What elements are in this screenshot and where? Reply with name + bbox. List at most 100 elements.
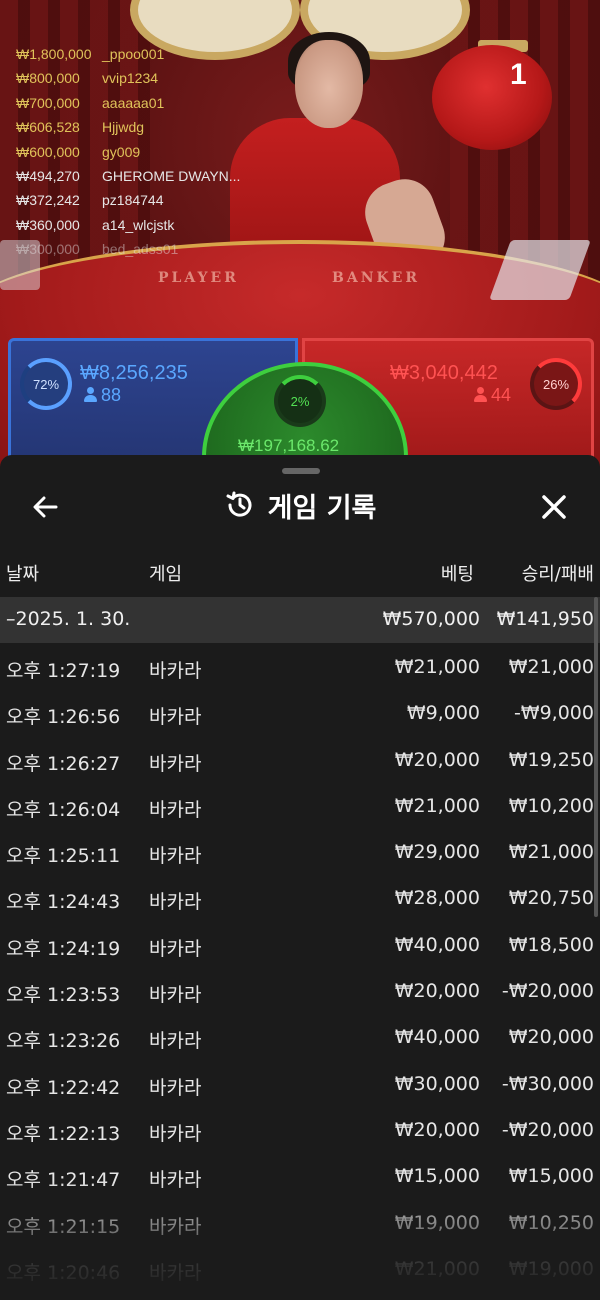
history-row-win-loss: ₩20,750: [508, 887, 594, 910]
history-row[interactable]: 오후 1:23:53 바카라 ₩20,000 -₩20,000: [0, 967, 600, 1013]
history-row-game: 바카라: [149, 845, 202, 868]
history-row-game: 바카라: [149, 1076, 202, 1099]
date-group-row[interactable]: –2025. 1. 30. ₩570,000 ₩141,950: [0, 597, 600, 643]
leaderboard-amount: ₩300,000: [16, 241, 80, 258]
player-bettor-count: 88: [84, 385, 121, 406]
history-row-game: 바카라: [149, 706, 202, 729]
leaderboard-row: ₩800,000 vvip1234: [16, 68, 240, 92]
sheet-header: 게임 기록: [0, 483, 600, 527]
table-label-banker: BANKER: [332, 270, 420, 286]
scrollbar[interactable]: [594, 597, 598, 917]
history-row-win-loss: -₩9,000: [513, 702, 594, 725]
history-row[interactable]: 오후 1:24:19 바카라 ₩40,000 ₩18,500: [0, 921, 600, 967]
sheet-title: 게임 기록: [267, 492, 377, 524]
history-row-game: 바카라: [149, 1122, 202, 1145]
history-row[interactable]: 오후 1:20:46 바카라 ₩21,000 ₩19,000: [0, 1245, 600, 1291]
history-row-time: 오후 1:21:47: [6, 1169, 121, 1192]
history-row-time: 오후 1:24:43: [6, 891, 121, 914]
history-row-bet: ₩40,000: [394, 933, 480, 956]
player-percent: 72%: [32, 376, 60, 392]
history-row-time: 오후 1:27:19: [6, 660, 121, 682]
leaderboard-row: ₩1,800,000 _ppoo001: [16, 44, 240, 68]
player-bet-amount: ₩8,256,235: [80, 362, 188, 384]
table-label-player: PLAYER: [158, 270, 239, 286]
history-row-game: 바카라: [149, 752, 202, 775]
leaderboard-amount: ₩700,000: [16, 94, 80, 111]
leaderboard-amount: ₩360,000: [16, 216, 80, 233]
history-row[interactable]: 오후 1:24:43 바카라 ₩28,000 ₩20,750: [0, 874, 600, 920]
history-row-bet: ₩15,000: [394, 1165, 480, 1188]
player-count-value: 88: [101, 385, 122, 405]
history-row-time: 오후 1:24:19: [6, 937, 121, 960]
sheet-drag-handle[interactable]: [282, 468, 320, 474]
history-row-bet: ₩20,000: [394, 748, 480, 771]
history-row[interactable]: 오후 1:26:56 바카라 ₩9,000 -₩9,000: [0, 689, 600, 735]
leaderboard-username: _ppoo001: [102, 46, 165, 62]
banker-bet-amount: ₩3,040,442: [390, 362, 498, 384]
date-group-bet-total: ₩570,000: [382, 608, 480, 630]
history-row-bet: ₩21,000: [394, 656, 480, 678]
history-row-win-loss: -₩30,000: [501, 1072, 594, 1095]
history-row-time: 오후 1:22:13: [6, 1122, 121, 1145]
column-header-game[interactable]: 게임: [149, 560, 182, 586]
leaderboard-row: ₩300,000 bed_adss01: [16, 239, 240, 263]
history-row[interactable]: 오후 1:22:42 바카라 ₩30,000 -₩30,000: [0, 1060, 600, 1106]
player-percent-ring: 72%: [20, 358, 72, 410]
leaderboard-username: gy009: [102, 143, 141, 160]
history-row-game: 바카라: [149, 1169, 202, 1192]
history-row[interactable]: 오후 1:26:04 바카라 ₩21,000 ₩10,200: [0, 782, 600, 828]
date-group-date: –2025. 1. 30.: [6, 608, 131, 630]
history-row[interactable]: 오후 1:23:26 바카라 ₩40,000 ₩20,000: [0, 1013, 600, 1059]
tie-percent-ring: 2%: [274, 375, 326, 427]
history-row[interactable]: 오후 1:21:47 바카라 ₩15,000 ₩15,000: [0, 1152, 600, 1198]
history-row[interactable]: 오후 1:27:19 바카라 ₩21,000 ₩21,000: [0, 643, 600, 689]
history-row-time: 오후 1:26:27: [6, 752, 121, 775]
history-row-game: 바카라: [149, 660, 202, 682]
banker-count-value: 44: [491, 385, 512, 405]
history-rows: 오후 1:27:19 바카라 ₩21,000 ₩21,000 오후 1:26:56 바카라…: [0, 643, 600, 1291]
history-row-win-loss: ₩18,500: [508, 933, 594, 956]
game-history-sheet: 게임 기록 날짜 게임 베팅 승리/패배 –2025. 1. 30. ₩570,…: [0, 455, 600, 1300]
tie-bet-amount: ₩197,168.62: [238, 436, 340, 455]
history-row[interactable]: 오후 1:26:27 바카라 ₩20,000 ₩19,250: [0, 736, 600, 782]
leaderboard: ₩1,800,000 _ppoo001 ₩800,000 vvip1234 ₩700,0…: [16, 44, 240, 264]
history-row-game: 바카라: [149, 1261, 202, 1284]
history-row-game: 바카라: [149, 984, 202, 1007]
leaderboard-amount: ₩600,000: [16, 143, 80, 160]
column-header-win-loss[interactable]: 승리/패배: [522, 560, 594, 586]
tie-percent: 2%: [290, 393, 310, 409]
red-lantern: [432, 45, 552, 150]
leaderboard-amount: ₩800,000: [16, 70, 80, 87]
history-row-game: 바카라: [149, 798, 202, 821]
history-row-win-loss: ₩10,200: [508, 794, 594, 817]
history-row-time: 오후 1:22:42: [6, 1076, 121, 1099]
close-button[interactable]: [534, 487, 574, 527]
leaderboard-username: GHEROME DWAYN...: [102, 167, 241, 184]
history-row-time: 오후 1:21:15: [6, 1215, 121, 1238]
history-row[interactable]: 오후 1:22:13 바카라 ₩20,000 -₩20,000: [0, 1106, 600, 1152]
history-list: –2025. 1. 30. ₩570,000 ₩141,950 오후 1:27:…: [0, 597, 600, 1291]
history-row-bet: ₩21,000: [394, 794, 480, 817]
history-row-game: 바카라: [149, 1030, 202, 1053]
history-row-time: 오후 1:20:46: [6, 1261, 121, 1284]
banker-percent: 26%: [542, 376, 570, 392]
history-clock-icon: [226, 491, 252, 517]
leaderboard-username: aaaaaa01: [102, 94, 165, 111]
history-row[interactable]: 오후 1:21:15 바카라 ₩19,000 ₩10,250: [0, 1199, 600, 1245]
history-row[interactable]: 오후 1:25:11 바카라 ₩29,000 ₩21,000: [0, 828, 600, 874]
person-icon: [474, 387, 487, 402]
leaderboard-username: vvip1234: [102, 70, 159, 87]
history-row-win-loss: ₩20,000: [508, 1026, 594, 1049]
leaderboard-amount: ₩372,242: [16, 192, 80, 209]
leaderboard-row: ₩606,528 Hjjwdg: [16, 117, 240, 141]
banker-percent-ring: 26%: [530, 358, 582, 410]
column-header-bet[interactable]: 베팅: [441, 560, 474, 586]
history-row-win-loss: ₩10,250: [508, 1211, 594, 1234]
history-row-time: 오후 1:23:26: [6, 1030, 121, 1053]
close-icon: [542, 495, 566, 519]
history-row-win-loss: -₩20,000: [501, 1118, 594, 1141]
column-header-date[interactable]: 날짜: [6, 560, 39, 586]
history-row-bet: ₩20,000: [394, 980, 480, 1003]
leaderboard-username: pz184744: [102, 192, 164, 209]
person-icon: [84, 387, 97, 402]
